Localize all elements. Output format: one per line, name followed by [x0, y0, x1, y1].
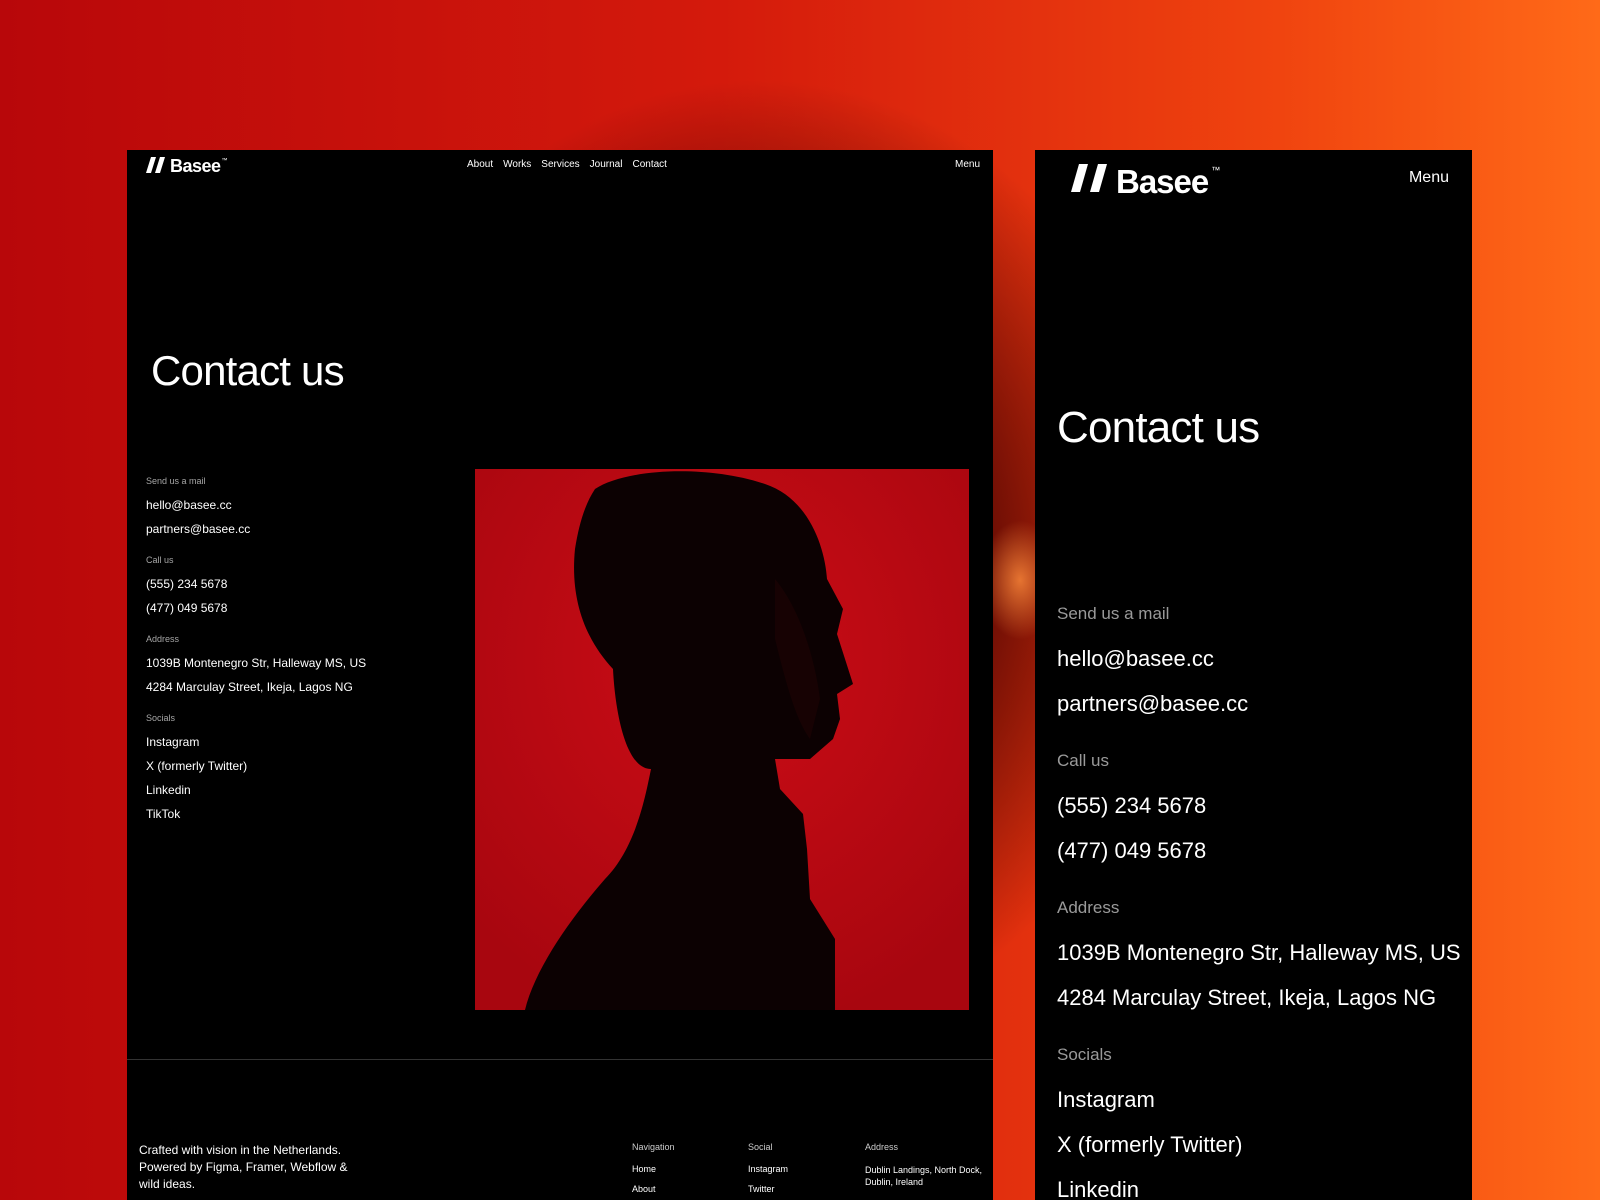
- email-link[interactable]: hello@basee.cc: [146, 493, 366, 517]
- trademark-mark: ™: [1211, 165, 1221, 175]
- email-link[interactable]: partners@basee.cc: [1057, 681, 1461, 726]
- phone-link[interactable]: (555) 234 5678: [1057, 783, 1461, 828]
- nav-link-works[interactable]: Works: [503, 159, 531, 170]
- footer-social: Social Instagram Twitter: [748, 1142, 788, 1200]
- section-label: Socials: [146, 713, 176, 723]
- section-label: Call us: [146, 555, 174, 565]
- contact-info: Send us a mail hello@basee.cc partners@b…: [1057, 604, 1461, 1200]
- section-label: Send us a mail: [1057, 604, 1170, 623]
- page-title: Contact us: [151, 347, 345, 394]
- footer-navigation: Navigation Home About: [632, 1142, 675, 1200]
- footer-link-twitter[interactable]: Twitter: [748, 1184, 788, 1194]
- desktop-logo[interactable]: Basee ™: [146, 156, 228, 179]
- footer-link-home[interactable]: Home: [632, 1164, 675, 1174]
- nav-link-contact[interactable]: Contact: [632, 159, 666, 170]
- address-line: 4284 Marculay Street, Ikeja, Lagos NG: [1057, 985, 1437, 1010]
- desktop-nav-links: About Works Services Journal Contact: [467, 159, 667, 170]
- double-slash-logo-icon: [1070, 162, 1108, 199]
- address-section: Address 1039B Montenegro Str, Halleway M…: [146, 634, 366, 699]
- social-link-instagram[interactable]: Instagram: [146, 730, 366, 754]
- social-link-x[interactable]: X (formerly Twitter): [1057, 1122, 1461, 1167]
- mobile-logo[interactable]: Basee ™: [1070, 162, 1220, 202]
- social-link-linkedin[interactable]: Linkedin: [1057, 1167, 1461, 1200]
- section-label: Call us: [1057, 751, 1109, 770]
- mobile-menu-button[interactable]: Menu: [1409, 169, 1449, 187]
- phone-link[interactable]: (477) 049 5678: [146, 596, 366, 620]
- mail-section: Send us a mail hello@basee.cc partners@b…: [1057, 604, 1461, 726]
- phone-link[interactable]: (477) 049 5678: [1057, 828, 1461, 873]
- address-line: 1039B Montenegro Str, Halleway MS, US: [1057, 940, 1461, 965]
- footer-tagline: Crafted with vision in the Netherlands. …: [139, 1143, 348, 1191]
- phone-section: Call us (555) 234 5678 (477) 049 5678: [1057, 751, 1461, 873]
- desktop-contact-page: Basee ™ About Works Services Journal Con…: [127, 150, 993, 1200]
- footer-link-about[interactable]: About: [632, 1184, 675, 1194]
- nav-link-journal[interactable]: Journal: [590, 159, 623, 170]
- social-link-tiktok[interactable]: TikTok: [146, 802, 366, 826]
- footer-divider: [127, 1059, 993, 1060]
- socials-section: Socials Instagram X (formerly Twitter) L…: [146, 713, 366, 826]
- social-link-instagram[interactable]: Instagram: [1057, 1077, 1461, 1122]
- footer-heading: Address: [865, 1142, 899, 1152]
- double-slash-logo-icon: [146, 156, 166, 179]
- desktop-navbar: Basee ™ About Works Services Journal Con…: [127, 150, 993, 180]
- section-label: Send us a mail: [146, 476, 206, 486]
- address-section: Address 1039B Montenegro Str, Halleway M…: [1057, 898, 1461, 1020]
- footer-link-instagram[interactable]: Instagram: [748, 1164, 788, 1174]
- socials-section: Socials Instagram X (formerly Twitter) L…: [1057, 1045, 1461, 1200]
- phone-link[interactable]: (555) 234 5678: [146, 572, 366, 596]
- footer-address-line: Dublin Landings, North Dock,: [865, 1165, 983, 1175]
- footer-heading: Social: [748, 1142, 773, 1152]
- brand-name: Basee: [1116, 163, 1209, 200]
- mobile-contact-page: Basee ™ Menu Contact us Send us a mail h…: [1035, 150, 1472, 1200]
- phone-section: Call us (555) 234 5678 (477) 049 5678: [146, 555, 366, 620]
- nav-link-services[interactable]: Services: [541, 159, 579, 170]
- social-link-x[interactable]: X (formerly Twitter): [146, 754, 366, 778]
- section-label: Address: [1057, 898, 1120, 917]
- footer-address: Address Dublin Landings, North Dock, Dub…: [865, 1142, 990, 1188]
- trademark-mark: ™: [221, 158, 228, 164]
- page-title: Contact us: [1057, 403, 1260, 452]
- desktop-menu-button[interactable]: Menu: [955, 159, 980, 170]
- address-line: 1039B Montenegro Str, Halleway MS, US: [146, 656, 367, 670]
- social-link-linkedin[interactable]: Linkedin: [146, 778, 366, 802]
- email-link[interactable]: hello@basee.cc: [1057, 636, 1461, 681]
- email-link[interactable]: partners@basee.cc: [146, 517, 366, 541]
- section-label: Address: [146, 634, 180, 644]
- footer-heading: Navigation: [632, 1142, 675, 1152]
- section-label: Socials: [1057, 1045, 1112, 1064]
- address-line: 4284 Marculay Street, Ikeja, Lagos NG: [146, 680, 353, 694]
- portrait-image: [475, 469, 969, 1010]
- mail-section: Send us a mail hello@basee.cc partners@b…: [146, 476, 366, 541]
- contact-info: Send us a mail hello@basee.cc partners@b…: [146, 476, 366, 840]
- nav-link-about[interactable]: About: [467, 159, 493, 170]
- brand-name: Basee: [170, 156, 221, 176]
- footer-address-line: Dublin, Ireland: [865, 1177, 924, 1187]
